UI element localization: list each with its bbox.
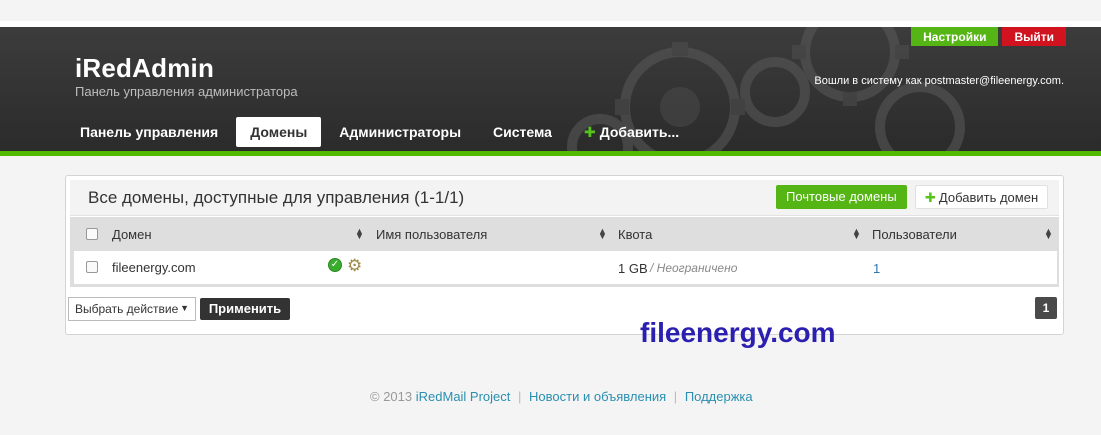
- plus-icon: ✚: [925, 190, 936, 205]
- domains-table: Домен ▲ ▼ Имя пользователя ▲ ▼ Квота ▲ ▼ По…: [70, 217, 1059, 287]
- row-checkbox[interactable]: [86, 261, 98, 273]
- column-header-quota[interactable]: Квота: [618, 227, 652, 242]
- mail-domains-button[interactable]: Почтовые домены: [776, 185, 907, 209]
- apply-button[interactable]: Применить: [200, 298, 290, 320]
- sort-icon[interactable]: ▲ ▼: [852, 227, 861, 241]
- quota-cell: 1 GB: [618, 261, 648, 276]
- settings-button[interactable]: Настройки: [911, 27, 999, 46]
- users-count-link[interactable]: 1: [873, 261, 880, 276]
- nav-item-admins[interactable]: Администраторы: [325, 117, 475, 147]
- nav-item-dashboard[interactable]: Панель управления: [66, 117, 232, 147]
- action-select-value: Выбрать действие: [75, 302, 179, 316]
- gear-icon[interactable]: ⚙: [347, 257, 362, 274]
- footer-support-link[interactable]: Поддержка: [685, 389, 753, 404]
- column-header-domain[interactable]: Домен: [112, 227, 152, 242]
- logout-button[interactable]: Выйти: [1002, 27, 1066, 46]
- top-buttons: Настройки Выйти: [911, 27, 1066, 46]
- footer-news-link[interactable]: Новости и объявления: [529, 389, 666, 404]
- page-number-button[interactable]: 1: [1035, 297, 1057, 319]
- header-bar: iRedAdmin Панель управления администрато…: [0, 27, 1101, 152]
- panel-header: Все домены, доступные для управления (1-…: [70, 180, 1059, 216]
- nav-item-add[interactable]: ✚ Добавить...: [570, 117, 693, 147]
- quota-note: / Неограничено: [650, 261, 738, 275]
- domain-cell[interactable]: fileenergy.com: [112, 260, 196, 275]
- action-select[interactable]: Выбрать действие ▼: [68, 297, 196, 321]
- login-info: Вошли в систему как postmaster@fileenerg…: [814, 75, 1064, 87]
- main-nav: Панель управления Домены Администраторы …: [66, 117, 697, 147]
- header-accent-line: [0, 151, 1101, 156]
- footer-project-link[interactable]: iRedMail Project: [416, 389, 511, 404]
- nav-item-add-label: Добавить...: [599, 124, 680, 140]
- brand: iRedAdmin Панель управления администрато…: [75, 53, 298, 99]
- column-header-users[interactable]: Пользователи: [872, 227, 957, 242]
- watermark-text: fileenergy.com: [640, 317, 836, 348]
- footer-separator: |: [673, 389, 678, 404]
- footer-copyright: © 2013: [370, 389, 413, 404]
- sort-icon[interactable]: ▲ ▼: [598, 227, 607, 241]
- footer: © 2013 iRedMail Project | Новости и объя…: [370, 389, 753, 404]
- panel-title: Все домены, доступные для управления (1-…: [88, 188, 465, 207]
- nav-item-domains[interactable]: Домены: [236, 117, 322, 147]
- table-header: Домен ▲ ▼ Имя пользователя ▲ ▼ Квота ▲ ▼ По…: [70, 217, 1059, 251]
- dropdown-arrow-icon: ▼: [180, 303, 189, 313]
- add-domain-button[interactable]: ✚ Добавить домен: [915, 185, 1049, 209]
- nav-item-system[interactable]: Система: [479, 117, 566, 147]
- sort-icon[interactable]: ▲ ▼: [1044, 227, 1053, 241]
- browser-top-strip: [0, 0, 1101, 21]
- plus-icon: ✚: [583, 124, 596, 140]
- footer-separator: |: [518, 389, 522, 404]
- domains-panel: Все домены, доступные для управления (1-…: [65, 175, 1064, 335]
- brand-subtitle: Панель управления администратора: [75, 84, 298, 99]
- brand-title[interactable]: iRedAdmin: [75, 53, 298, 84]
- sort-icon[interactable]: ▲ ▼: [355, 227, 364, 241]
- column-header-username[interactable]: Имя пользователя: [376, 227, 487, 242]
- add-domain-label: Добавить домен: [938, 190, 1039, 205]
- select-all-checkbox[interactable]: [86, 228, 98, 240]
- status-active-icon: ✓: [328, 258, 342, 272]
- table-row: fileenergy.com ✓ ⚙ 1 GB / Неограничено 1: [74, 251, 1057, 284]
